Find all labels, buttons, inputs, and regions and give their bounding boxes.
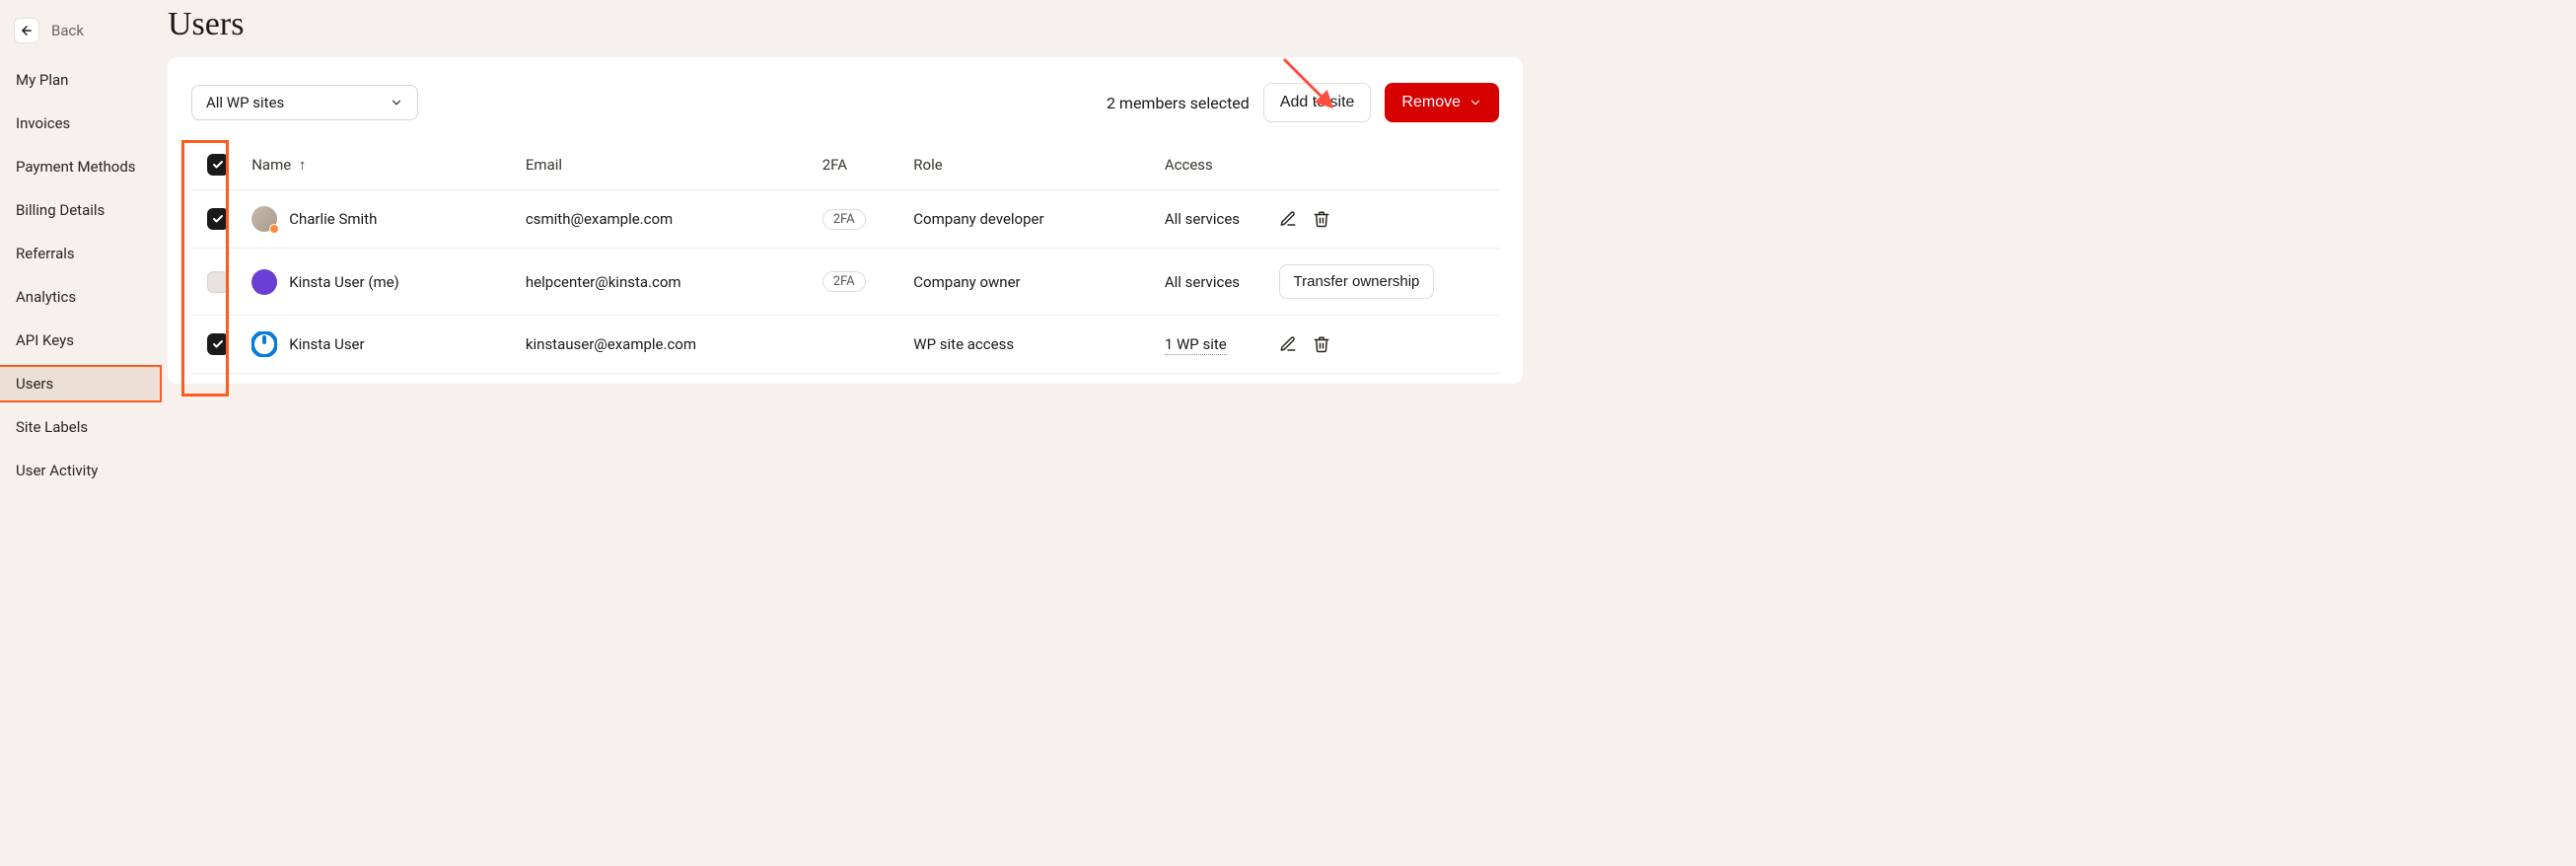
back-label[interactable]: Back <box>51 22 84 39</box>
trash-icon <box>1313 335 1330 353</box>
sidebar-item-my-plan[interactable]: My Plan <box>0 63 168 97</box>
user-name: Kinsta User <box>289 335 364 353</box>
user-access[interactable]: 1 WP site <box>1165 335 1227 355</box>
column-header-email[interactable]: Email <box>518 144 815 190</box>
twofa-badge: 2FA <box>823 271 866 292</box>
toolbar: All WP sites 2 members selected Add to s… <box>191 83 1499 122</box>
delete-button[interactable] <box>1313 210 1330 228</box>
column-header-name[interactable]: Name ↑ <box>244 144 518 190</box>
sidebar-item-invoices[interactable]: Invoices <box>0 107 168 140</box>
pencil-icon <box>1279 335 1297 353</box>
sort-ascending-icon: ↑ <box>299 156 307 174</box>
column-header-role[interactable]: Role <box>905 144 1157 190</box>
site-filter-label: All WP sites <box>206 94 284 111</box>
main: Users All WP sites 2 m <box>168 0 1542 519</box>
row-checkbox[interactable] <box>207 333 229 355</box>
row-checkbox[interactable] <box>207 208 229 230</box>
sidebar-item-billing-details[interactable]: Billing Details <box>0 193 168 227</box>
edit-button[interactable] <box>1279 210 1297 228</box>
sidebar-item-site-labels[interactable]: Site Labels <box>0 410 168 444</box>
avatar <box>251 269 277 295</box>
column-header-access[interactable]: Access <box>1157 144 1271 190</box>
user-name: Charlie Smith <box>289 210 377 228</box>
sidebar-item-referrals[interactable]: Referrals <box>0 237 168 270</box>
user-role: WP site access <box>913 335 1014 353</box>
avatar <box>251 206 277 232</box>
column-header-2fa[interactable]: 2FA <box>815 144 906 190</box>
sidebar-item-users[interactable]: Users <box>0 365 162 402</box>
sidebar-item-analytics[interactable]: Analytics <box>0 280 168 314</box>
pencil-icon <box>1279 210 1297 228</box>
site-filter-dropdown[interactable]: All WP sites <box>191 85 418 120</box>
table-row: Kinsta User kinstauser@example.com WP si… <box>191 316 1499 374</box>
users-panel: All WP sites 2 members selected Add to s… <box>168 57 1523 384</box>
user-role: Company owner <box>913 273 1020 291</box>
arrow-left-icon <box>20 24 34 37</box>
sidebar: Back My Plan Invoices Payment Methods Bi… <box>0 0 168 519</box>
user-email: helpcenter@kinsta.com <box>526 273 681 291</box>
back-button[interactable] <box>14 18 39 43</box>
twofa-badge: 2FA <box>823 209 866 230</box>
page-title: Users <box>168 6 1523 43</box>
user-access: All services <box>1165 273 1240 291</box>
table-row: Charlie Smith csmith@example.com 2FA Com… <box>191 190 1499 249</box>
users-table: Name ↑ Email 2FA Role Access <box>191 144 1499 374</box>
trash-icon <box>1313 210 1330 228</box>
avatar-status-badge <box>269 224 279 234</box>
user-access: All services <box>1165 210 1240 228</box>
transfer-ownership-button[interactable]: Transfer ownership <box>1279 264 1435 299</box>
user-email: kinstauser@example.com <box>526 335 696 353</box>
sidebar-nav: My Plan Invoices Payment Methods Billing… <box>0 63 168 487</box>
user-name: Kinsta User (me) <box>289 273 399 291</box>
sidebar-item-api-keys[interactable]: API Keys <box>0 324 168 357</box>
user-email: csmith@example.com <box>526 210 673 228</box>
row-checkbox[interactable] <box>207 271 229 293</box>
edit-button[interactable] <box>1279 335 1297 353</box>
user-role: Company developer <box>913 210 1043 228</box>
chevron-down-icon <box>390 96 403 109</box>
remove-button[interactable]: Remove <box>1385 83 1499 122</box>
sidebar-item-user-activity[interactable]: User Activity <box>0 454 168 487</box>
gravatar-icon <box>251 331 277 357</box>
selected-count: 2 members selected <box>1107 94 1250 112</box>
chevron-down-icon <box>1468 96 1482 109</box>
avatar <box>251 331 277 357</box>
add-to-site-button[interactable]: Add to site <box>1263 83 1372 122</box>
table-row: Kinsta User (me) helpcenter@kinsta.com 2… <box>191 249 1499 316</box>
sidebar-item-payment-methods[interactable]: Payment Methods <box>0 150 168 183</box>
select-all-checkbox[interactable] <box>207 154 229 176</box>
delete-button[interactable] <box>1313 335 1330 353</box>
